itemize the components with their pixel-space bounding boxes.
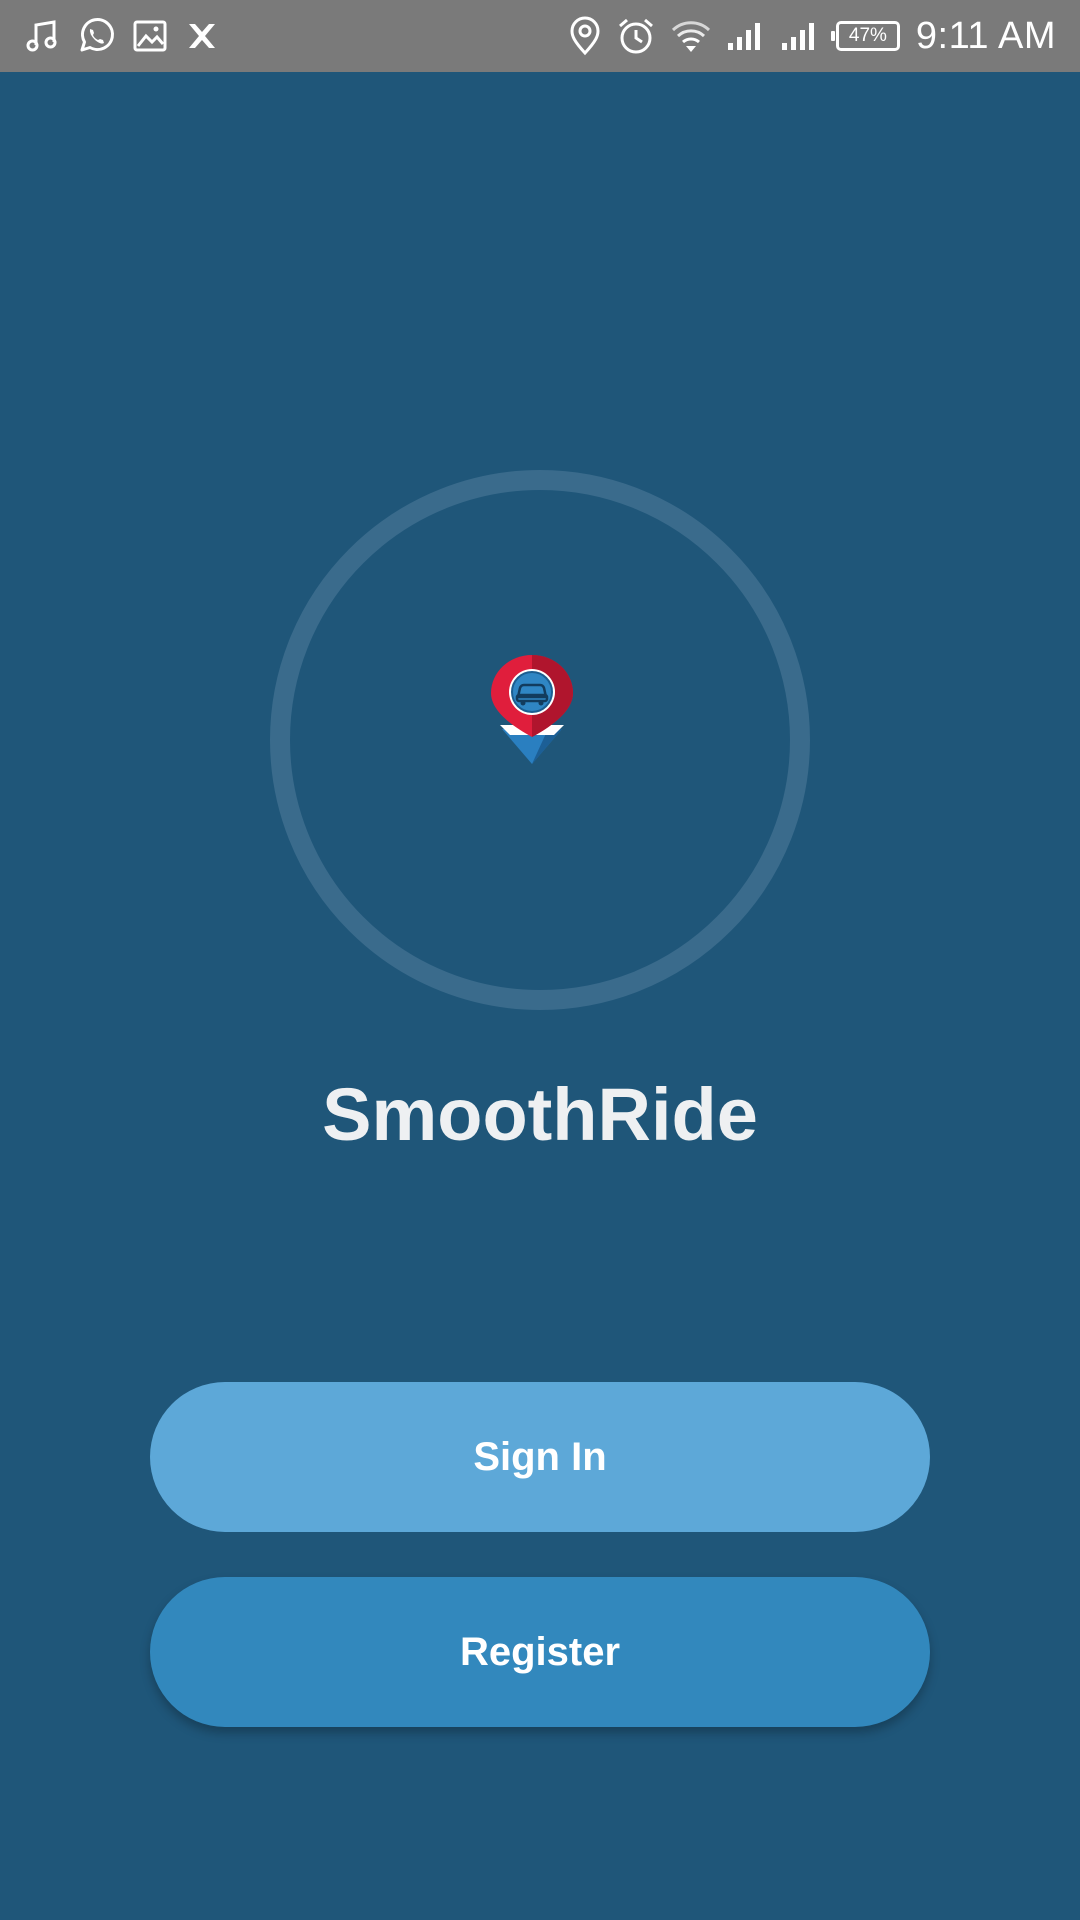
signal-icon <box>726 21 766 51</box>
signal-icon-2 <box>780 21 820 51</box>
wifi-icon <box>670 18 712 54</box>
gallery-icon <box>132 18 168 54</box>
alarm-icon <box>616 16 656 56</box>
system-icons: 47% 9:11 AM <box>554 15 1056 58</box>
x-app-icon <box>184 18 220 54</box>
music-note-icon <box>24 18 60 54</box>
register-button[interactable]: Register <box>150 1577 930 1727</box>
location-icon <box>568 16 602 56</box>
battery-indicator: 47% <box>830 21 900 51</box>
notification-icons <box>24 16 236 56</box>
sign-in-button[interactable]: Sign In <box>150 1382 930 1532</box>
status-time: 9:11 AM <box>915 14 1056 57</box>
car-location-pin-icon <box>490 655 574 767</box>
app-name: SmoothRide <box>322 1073 758 1156</box>
status-bar: 47% 9:11 AM <box>0 0 1080 72</box>
whatsapp-icon <box>76 16 116 56</box>
